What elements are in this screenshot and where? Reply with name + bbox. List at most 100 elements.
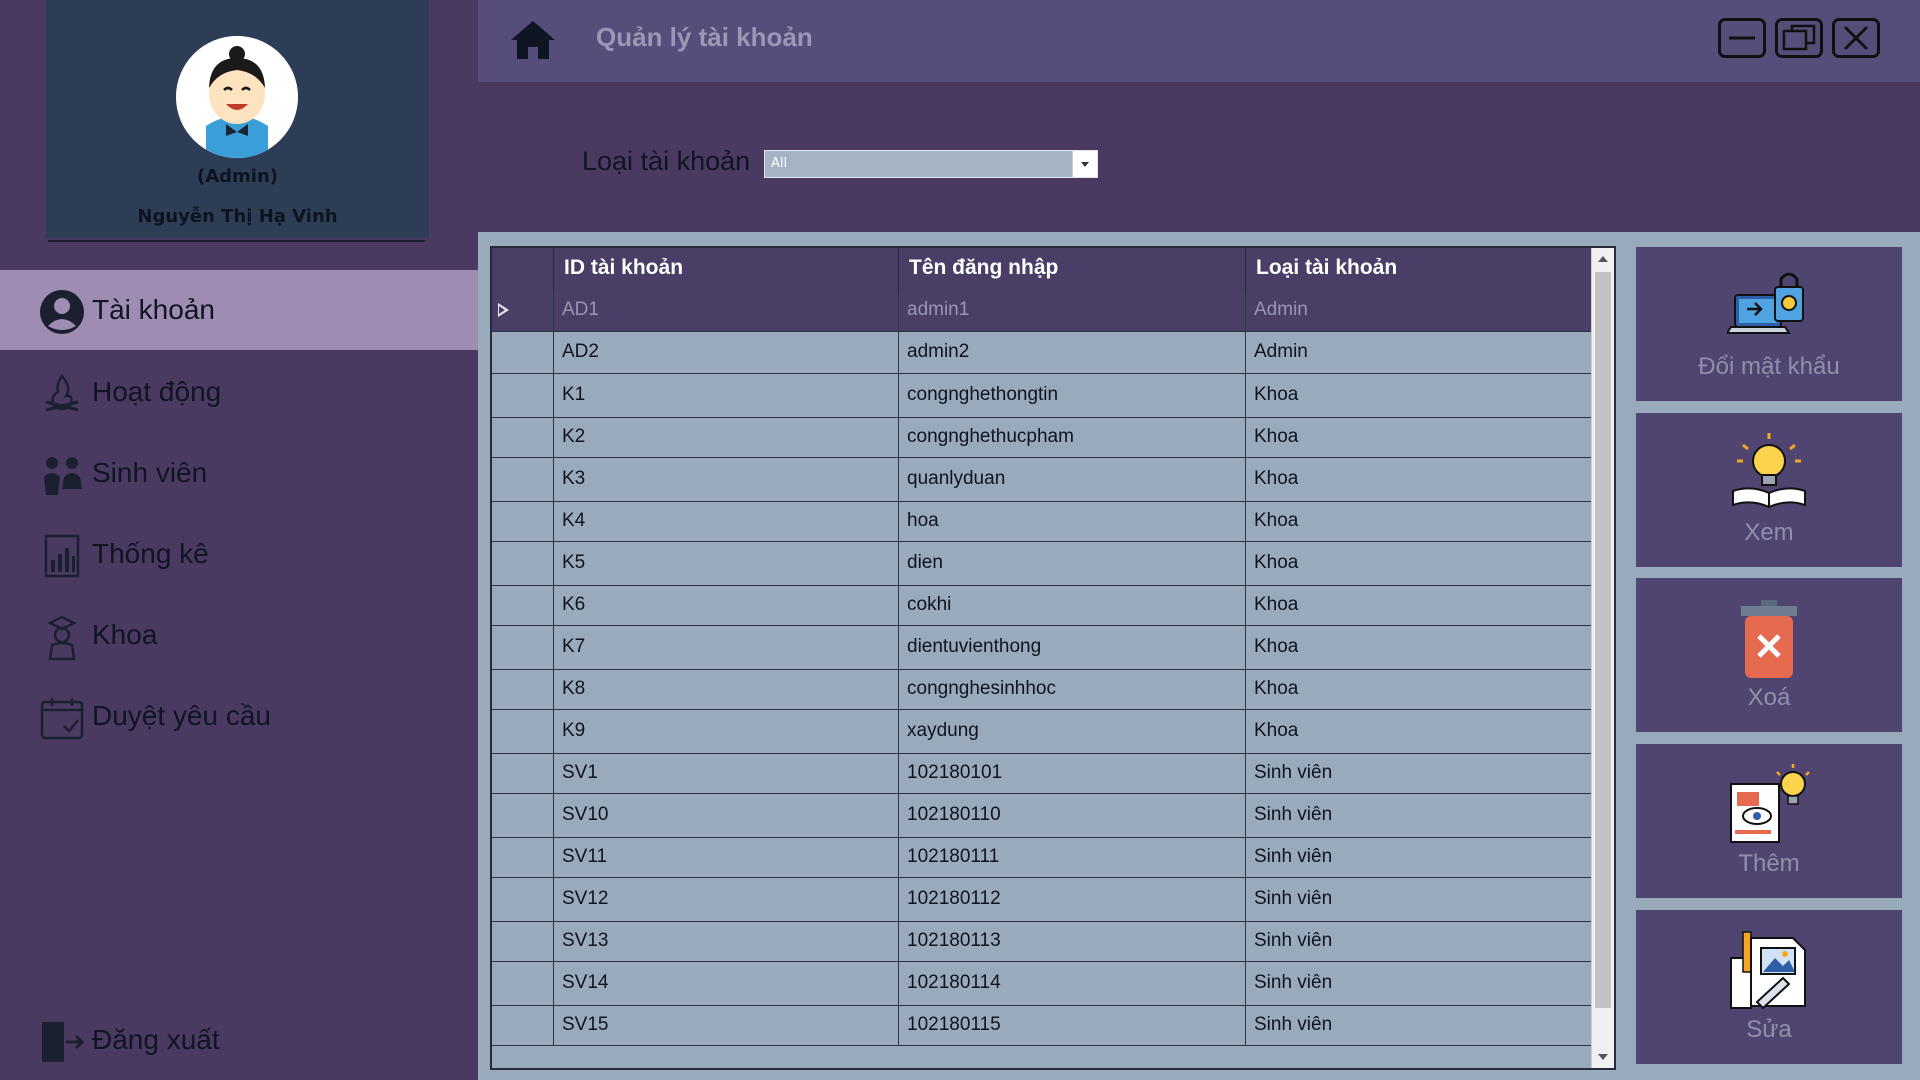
cell-id[interactable]: SV11 — [554, 838, 899, 878]
cell-id[interactable]: K9 — [554, 710, 899, 754]
cell-username[interactable]: 102180114 — [899, 962, 1246, 1006]
logout-button[interactable]: Đăng xuất — [0, 1000, 478, 1080]
table-row[interactable]: SV10 102180110 Sinh viên — [492, 794, 1592, 838]
cell-username[interactable]: 102180115 — [899, 1006, 1246, 1046]
cell-type[interactable]: Khoa — [1246, 586, 1592, 626]
row-header[interactable] — [492, 290, 554, 332]
row-header[interactable] — [492, 374, 554, 418]
cell-username[interactable]: 102180101 — [899, 754, 1246, 794]
delete-button[interactable]: Xoá — [1636, 578, 1902, 732]
row-header[interactable] — [492, 838, 554, 878]
maximize-button[interactable] — [1775, 18, 1823, 58]
row-header[interactable] — [492, 542, 554, 586]
scroll-down-arrow-icon[interactable] — [1592, 1046, 1614, 1068]
chevron-down-icon[interactable] — [1072, 151, 1097, 177]
cell-username[interactable]: quanlyduan — [899, 458, 1246, 502]
close-button[interactable] — [1832, 18, 1880, 58]
cell-id[interactable]: SV15 — [554, 1006, 899, 1046]
cell-id[interactable]: K3 — [554, 458, 899, 502]
table-row[interactable]: SV12 102180112 Sinh viên — [492, 878, 1592, 922]
cell-id[interactable]: K1 — [554, 374, 899, 418]
cell-id[interactable]: AD1 — [554, 290, 899, 332]
cell-id[interactable]: AD2 — [554, 332, 899, 374]
column-header-username[interactable]: Tên đăng nhập — [899, 248, 1246, 290]
cell-username[interactable]: congnghesinhhoc — [899, 670, 1246, 710]
cell-username[interactable]: congnghethongtin — [899, 374, 1246, 418]
sidebar-item-tai-khoan[interactable]: Tài khoản — [0, 270, 478, 350]
cell-id[interactable]: K2 — [554, 418, 899, 458]
cell-id[interactable]: SV12 — [554, 878, 899, 922]
cell-id[interactable]: K6 — [554, 586, 899, 626]
scroll-thumb[interactable] — [1595, 272, 1611, 1008]
cell-type[interactable]: Khoa — [1246, 458, 1592, 502]
cell-id[interactable]: SV10 — [554, 794, 899, 838]
table-row[interactable]: K9 xaydung Khoa — [492, 710, 1592, 754]
table-row[interactable]: K5 dien Khoa — [492, 542, 1592, 586]
cell-username[interactable]: 102180110 — [899, 794, 1246, 838]
sidebar-item-hoat-dong[interactable]: Hoạt động — [0, 352, 478, 432]
table-row[interactable]: SV15 102180115 Sinh viên — [492, 1006, 1592, 1046]
cell-id[interactable]: K7 — [554, 626, 899, 670]
row-header[interactable] — [492, 710, 554, 754]
table-row[interactable]: AD2 admin2 Admin — [492, 332, 1592, 374]
table-row[interactable]: AD1 admin1 Admin — [492, 290, 1592, 332]
row-header[interactable] — [492, 586, 554, 626]
table-row[interactable]: K8 congnghesinhhoc Khoa — [492, 670, 1592, 710]
cell-type[interactable]: Sinh viên — [1246, 922, 1592, 962]
cell-username[interactable]: xaydung — [899, 710, 1246, 754]
cell-username[interactable]: congnghethucpham — [899, 418, 1246, 458]
cell-type[interactable]: Khoa — [1246, 374, 1592, 418]
cell-type[interactable]: Khoa — [1246, 626, 1592, 670]
accounts-table[interactable]: ID tài khoản Tên đăng nhập Loại tài khoả… — [490, 246, 1616, 1070]
table-row[interactable]: K4 hoa Khoa — [492, 502, 1592, 542]
column-header-type[interactable]: Loại tài khoản — [1246, 248, 1592, 290]
table-row[interactable]: K3 quanlyduan Khoa — [492, 458, 1592, 502]
table-row[interactable]: K6 cokhi Khoa — [492, 586, 1592, 626]
table-row[interactable]: SV11 102180111 Sinh viên — [492, 838, 1592, 878]
row-header[interactable] — [492, 922, 554, 962]
cell-username[interactable]: 102180111 — [899, 838, 1246, 878]
sidebar-item-sinh-vien[interactable]: Sinh viên — [0, 433, 478, 513]
row-header[interactable] — [492, 962, 554, 1006]
cell-id[interactable]: SV14 — [554, 962, 899, 1006]
cell-type[interactable]: Admin — [1246, 332, 1592, 374]
cell-id[interactable]: K5 — [554, 542, 899, 586]
row-header[interactable] — [492, 418, 554, 458]
cell-type[interactable]: Khoa — [1246, 502, 1592, 542]
table-row[interactable]: SV13 102180113 Sinh viên — [492, 922, 1592, 962]
cell-type[interactable]: Admin — [1246, 290, 1592, 332]
sidebar-item-khoa[interactable]: Khoa — [0, 595, 478, 675]
cell-type[interactable]: Sinh viên — [1246, 962, 1592, 1006]
table-row[interactable]: K7 dientuvienthong Khoa — [492, 626, 1592, 670]
cell-username[interactable]: cokhi — [899, 586, 1246, 626]
row-header[interactable] — [492, 626, 554, 670]
add-button[interactable]: Thêm — [1636, 744, 1902, 898]
row-header[interactable] — [492, 754, 554, 794]
table-row[interactable]: K1 congnghethongtin Khoa — [492, 374, 1592, 418]
cell-type[interactable]: Sinh viên — [1246, 754, 1592, 794]
sidebar-item-duyet-yeu-cau[interactable]: Duyệt yêu cầu — [0, 676, 478, 756]
cell-type[interactable]: Sinh viên — [1246, 838, 1592, 878]
cell-id[interactable]: SV13 — [554, 922, 899, 962]
edit-button[interactable]: Sửa — [1636, 910, 1902, 1064]
sidebar-item-thong-ke[interactable]: Thống kê — [0, 514, 478, 594]
table-row[interactable]: SV14 102180114 Sinh viên — [492, 962, 1592, 1006]
row-header[interactable] — [492, 458, 554, 502]
vertical-scrollbar[interactable] — [1591, 248, 1614, 1068]
scroll-up-arrow-icon[interactable] — [1592, 248, 1614, 270]
cell-type[interactable]: Sinh viên — [1246, 1006, 1592, 1046]
account-type-select[interactable]: All — [764, 150, 1098, 178]
cell-username[interactable]: admin1 — [899, 290, 1246, 332]
cell-username[interactable]: dientuvienthong — [899, 626, 1246, 670]
cell-type[interactable]: Khoa — [1246, 670, 1592, 710]
view-button[interactable]: Xem — [1636, 413, 1902, 567]
row-header[interactable] — [492, 332, 554, 374]
home-icon[interactable] — [508, 18, 558, 62]
cell-id[interactable]: K8 — [554, 670, 899, 710]
cell-type[interactable]: Khoa — [1246, 418, 1592, 458]
cell-type[interactable]: Sinh viên — [1246, 878, 1592, 922]
cell-username[interactable]: admin2 — [899, 332, 1246, 374]
column-header-id[interactable]: ID tài khoản — [554, 248, 899, 290]
cell-username[interactable]: 102180112 — [899, 878, 1246, 922]
table-row[interactable]: SV1 102180101 Sinh viên — [492, 754, 1592, 794]
